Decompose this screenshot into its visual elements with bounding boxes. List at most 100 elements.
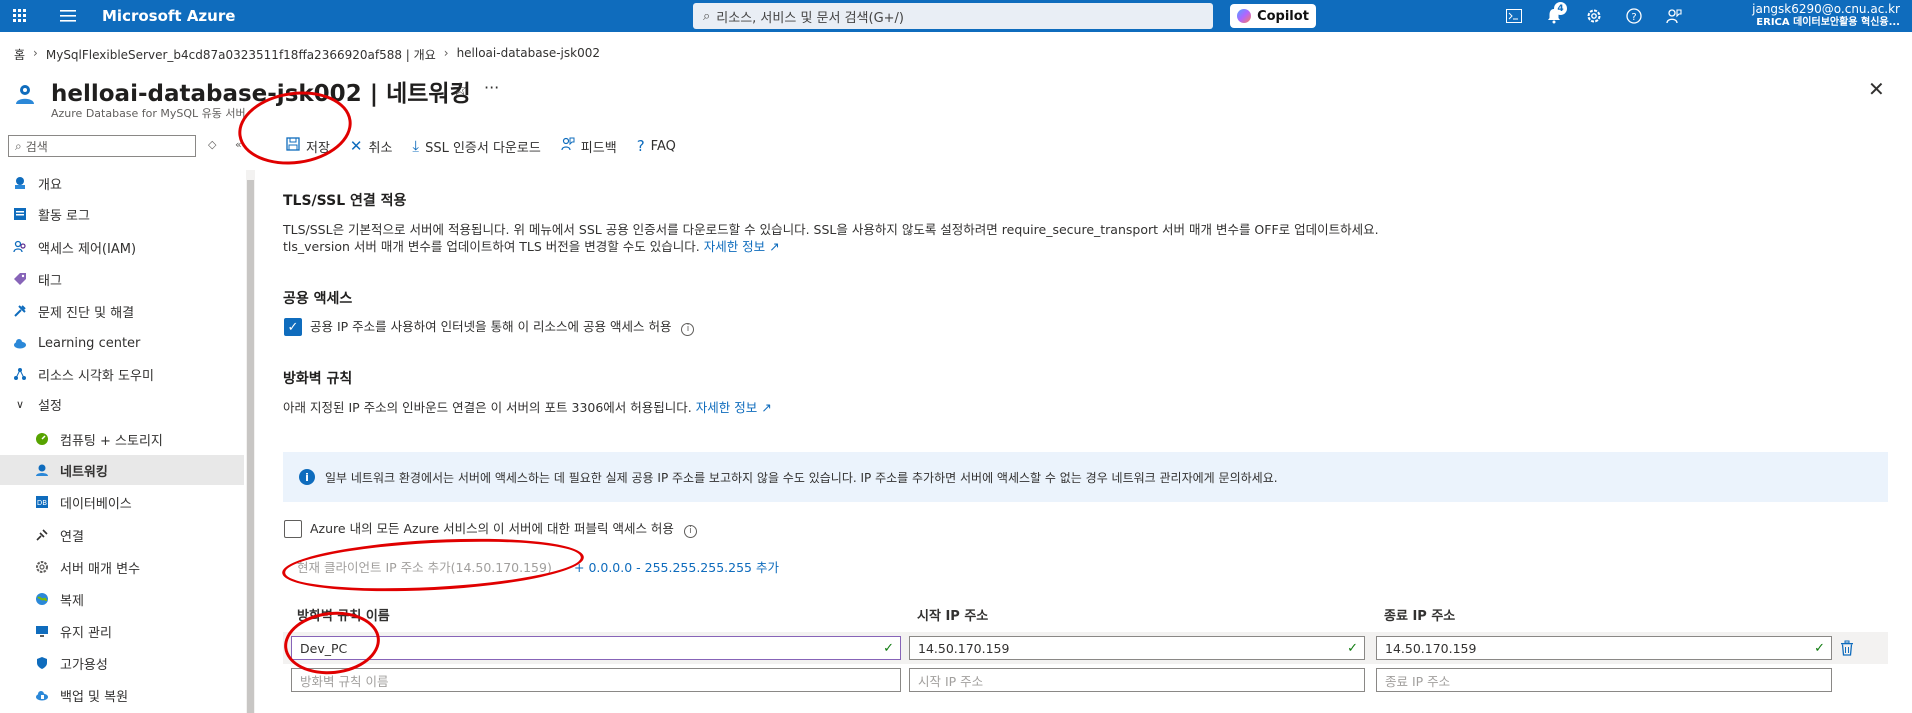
feedback-button[interactable]: 피드백	[561, 137, 617, 156]
public-access-row: 공용 IP 주소를 사용하여 인터넷을 통해 이 리소스에 공용 액세스 허용 …	[310, 318, 695, 336]
feedback-person-icon[interactable]	[1654, 0, 1694, 32]
copilot-icon	[1237, 9, 1252, 23]
column-header-start-ip: 시작 IP 주소	[917, 609, 989, 624]
people-icon	[12, 239, 28, 255]
info-icon[interactable]: i	[683, 524, 697, 538]
allow-azure-services-checkbox[interactable]	[284, 520, 302, 538]
sidebar-item-resource-visualizer[interactable]: 리소스 시각화 도우미	[12, 359, 244, 389]
log-icon	[12, 206, 28, 222]
favorite-star-icon[interactable]: ☆	[452, 79, 468, 100]
graph-icon	[12, 366, 28, 382]
mysql-icon	[12, 175, 28, 191]
svg-text:?: ?	[1631, 12, 1636, 23]
info-icon[interactable]: i	[681, 322, 695, 336]
end-ip-input[interactable]: 14.50.170.159 ✓	[1376, 636, 1832, 660]
firewall-description-text: 아래 지정된 IP 주소의 인바운드 연결은 이 서버의 포트 3306에서 허…	[283, 400, 692, 415]
page-subtitle: Azure Database for MySQL 유동 서버	[51, 107, 246, 120]
sidebar-item-networking[interactable]: 네트워킹	[0, 455, 244, 485]
add-full-range-button[interactable]: + 0.0.0.0 - 255.255.255.255 추가	[574, 559, 779, 577]
copilot-button[interactable]: Copilot	[1230, 4, 1316, 28]
account-menu[interactable]: jangsk6290@o.cnu.ac.kr ERICA 데이터보안활용 혁신융…	[1752, 2, 1900, 30]
delete-rule-trash-icon[interactable]	[1840, 640, 1854, 660]
brand-title[interactable]: Microsoft Azure	[102, 7, 235, 25]
sidebar-item-learning-center[interactable]: Learning center	[12, 328, 244, 358]
feedback-person-icon	[561, 137, 575, 155]
network-icon	[34, 462, 50, 478]
sidebar-scrollbar-thumb[interactable]	[247, 180, 254, 713]
sidebar-item-label: Learning center	[38, 335, 141, 351]
sidebar-search-input[interactable]: ⌕ 검색	[8, 135, 196, 157]
sidebar-item-connect[interactable]: 연결	[34, 520, 244, 550]
new-start-ip-input[interactable]: 시작 IP 주소	[909, 668, 1365, 692]
more-options-icon[interactable]: ···	[484, 78, 499, 97]
cancel-button[interactable]: ✕ 취소	[350, 137, 393, 156]
new-rule-name-input[interactable]: 방화벽 규칙 이름	[291, 668, 901, 692]
breadcrumb-parent[interactable]: MySqlFlexibleServer_b4cd87a0323511f18ffa…	[46, 46, 436, 63]
ssl-download-button[interactable]: ⤓ SSL 인증서 다운로드	[412, 137, 540, 156]
breadcrumb-current[interactable]: helloai-database-jsk002	[457, 46, 600, 63]
sort-toggle-icon[interactable]: ◇	[208, 138, 216, 151]
global-search-input[interactable]: ⌕ 리소스, 서비스 및 문서 검색(G+/)	[693, 3, 1213, 29]
shield-icon	[34, 655, 50, 671]
valid-check-icon: ✓	[1814, 640, 1825, 656]
plug-icon	[34, 527, 50, 543]
firewall-learn-more-link[interactable]: 자세한 정보 ↗	[696, 400, 772, 415]
sidebar-item-label: 문제 진단 및 해결	[38, 305, 135, 321]
new-rule-name-placeholder: 방화벽 규칙 이름	[300, 673, 389, 689]
sidebar-item-server-parameters[interactable]: 서버 매개 변수	[34, 552, 244, 582]
breadcrumb-home[interactable]: 홈	[14, 46, 25, 63]
cloud-shell-icon[interactable]	[1494, 0, 1534, 32]
new-end-ip-input[interactable]: 종료 IP 주소	[1376, 668, 1832, 692]
sidebar-item-iam[interactable]: 액세스 제어(IAM)	[12, 232, 244, 262]
sidebar-item-diagnose[interactable]: 문제 진단 및 해결	[12, 296, 244, 326]
sidebar-item-databases[interactable]: DB 데이터베이스	[34, 487, 244, 517]
download-icon: ⤓	[412, 137, 420, 155]
sidebar-item-overview[interactable]: 개요	[12, 168, 244, 198]
sidebar-item-backup-restore[interactable]: 백업 및 복원	[34, 680, 244, 710]
sidebar-item-maintenance[interactable]: 유지 관리	[34, 616, 244, 646]
tls-learn-more-label: 자세한 정보	[703, 239, 766, 254]
sidebar-item-label: 리소스 시각화 도우미	[38, 368, 154, 384]
sidebar-item-label: 고가용성	[60, 657, 108, 673]
public-access-heading: 공용 액세스	[283, 291, 353, 307]
search-icon: ⌕	[703, 8, 711, 24]
globe-icon	[34, 591, 50, 607]
allow-azure-services-label: Azure 내의 모든 Azure 서비스의 이 서버에 대한 퍼블릭 액세스 …	[310, 521, 674, 536]
tls-description-line1: TLS/SSL은 기본적으로 서버에 적용됩니다. 위 메뉴에서 SSL 공용 …	[283, 222, 1379, 237]
faq-button[interactable]: ? FAQ	[637, 137, 676, 155]
tag-icon	[12, 271, 28, 287]
public-access-label: 공용 IP 주소를 사용하여 인터넷을 통해 이 리소스에 공용 액세스 허용	[310, 319, 672, 334]
sidebar-item-label: 컴퓨팅 + 스토리지	[60, 433, 163, 449]
add-full-range-label: + 0.0.0.0 - 255.255.255.255 추가	[574, 560, 779, 575]
annotation-circle-add-client-ip	[280, 532, 586, 598]
portal-menu-icon[interactable]	[4, 0, 36, 32]
tls-learn-more-link[interactable]: 자세한 정보 ↗	[704, 239, 780, 254]
sidebar-item-label: 활동 로그	[38, 208, 90, 224]
public-access-checkbox[interactable]: ✓	[284, 318, 302, 336]
account-email: jangsk6290@o.cnu.ac.kr	[1752, 2, 1900, 16]
sidebar-item-compute-storage[interactable]: 컴퓨팅 + 스토리지	[34, 424, 244, 454]
info-banner-text: 일부 네트워크 환경에서는 서버에 액세스하는 데 필요한 실제 공용 IP 주…	[325, 470, 1278, 485]
sidebar-item-label: 서버 매개 변수	[60, 561, 141, 577]
mysql-resource-icon	[13, 82, 37, 106]
external-link-icon: ↗	[769, 239, 780, 254]
sidebar-item-replication[interactable]: 복제	[34, 584, 244, 614]
question-icon: ?	[636, 137, 645, 155]
sidebar-item-label: 네트워킹	[60, 464, 108, 480]
hamburger-icon[interactable]	[52, 0, 84, 32]
global-search-placeholder: 리소스, 서비스 및 문서 검색(G+/)	[716, 10, 904, 26]
sidebar-item-high-availability[interactable]: 고가용성	[34, 648, 244, 678]
ssl-download-label: SSL 인증서 다운로드	[425, 140, 541, 156]
info-banner: i 일부 네트워크 환경에서는 서버에 액세스하는 데 필요한 실제 공용 IP…	[283, 452, 1888, 502]
sidebar-item-tags[interactable]: 태그	[12, 264, 244, 294]
faq-label: FAQ	[650, 138, 676, 154]
help-icon[interactable]: ?	[1614, 0, 1654, 32]
settings-gear-icon[interactable]	[1574, 0, 1614, 32]
sidebar-item-activity-log[interactable]: 활동 로그	[12, 199, 244, 229]
start-ip-input[interactable]: 14.50.170.159 ✓	[909, 636, 1365, 660]
tls-description-text: tls_version 서버 매개 변수를 업데이트하여 TLS 버전을 변경할…	[283, 239, 700, 254]
close-blade-icon[interactable]: ✕	[1868, 77, 1885, 101]
sidebar-group-settings[interactable]: ∨ 설정	[12, 389, 244, 419]
rule-name-input[interactable]: Dev_PC ✓	[291, 636, 901, 660]
notifications-icon[interactable]: 4	[1534, 0, 1574, 32]
